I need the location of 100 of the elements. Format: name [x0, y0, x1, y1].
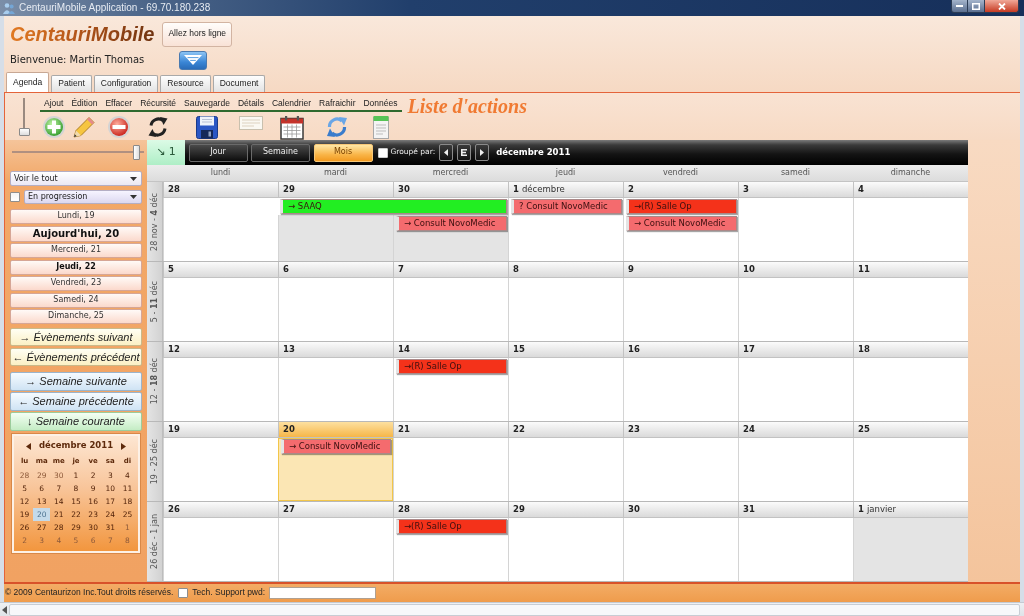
event-bar[interactable]: → SAAQ [280, 199, 507, 214]
day-cell[interactable]: →(R) Salle Op [393, 518, 508, 581]
card-icon[interactable] [238, 116, 263, 130]
pencil-icon[interactable] [72, 116, 97, 138]
tab[interactable]: Configuration [93, 75, 159, 92]
day-number: 22 [513, 424, 525, 435]
week-range-label: 19 - 25 déc [149, 438, 160, 485]
slider-thumb[interactable] [133, 145, 141, 160]
action-label[interactable]: Rafraichir [315, 98, 360, 112]
day-button[interactable]: Aujourd'hui, 20 [10, 225, 142, 242]
week-nav-button[interactable]: ← Semaine précédente [10, 392, 142, 411]
horizontal-scrollbar[interactable] [0, 602, 1024, 616]
day-button[interactable]: Jeudi, 22 [10, 259, 142, 275]
week-range-label: 12 - 18 déc [149, 358, 160, 405]
caret-down-icon [130, 176, 137, 181]
day-number: 30 [398, 184, 410, 195]
day-cell[interactable]: ? Consult NovoMedic [508, 198, 623, 261]
day-number: 2 [628, 184, 634, 195]
event-bar[interactable]: ? Consult NovoMedic [511, 199, 622, 214]
offline-button[interactable]: Allez hors ligne [162, 21, 233, 47]
caret-right-icon[interactable] [121, 442, 126, 450]
day-cell[interactable]: → Consult NovoMedic [393, 215, 508, 261]
arrow-left-icon[interactable] [2, 605, 7, 614]
view-tab[interactable]: Jour [188, 143, 248, 162]
day-number: 7 [398, 264, 404, 275]
day-cell[interactable]: →(R) Salle Op [393, 358, 508, 421]
event-bar[interactable]: →(R) Salle Op [396, 519, 507, 534]
password-field[interactable] [269, 587, 377, 599]
weekday-label: mercredi [431, 167, 470, 179]
action-label[interactable]: Édition [67, 98, 102, 112]
caret-down-icon [184, 55, 203, 65]
week-nav-button[interactable]: ↓ Semaine courante [10, 412, 142, 431]
event-bar[interactable]: → Consult NovoMedic [281, 439, 391, 454]
month-title: décembre 2011 [496, 147, 571, 158]
day-button[interactable]: Lundi, 19 [10, 209, 142, 224]
day-button[interactable]: Mercredi, 21 [10, 243, 142, 258]
dropdown-button[interactable] [179, 50, 208, 70]
view-tab[interactable]: Mois [313, 143, 373, 162]
checkbox[interactable] [10, 192, 20, 202]
day-button[interactable]: Dimanche, 25 [10, 309, 142, 324]
tab[interactable]: Resource [160, 75, 211, 92]
document-icon[interactable] [372, 116, 389, 139]
action-label[interactable]: Données [359, 98, 402, 112]
checkbox[interactable] [377, 147, 388, 158]
event-bar[interactable]: →(R) Salle Op [396, 359, 507, 374]
day-cell[interactable]: → Consult NovoMedic [278, 438, 393, 501]
support-password-label: Tech. Support pwd: [192, 588, 266, 598]
day-number: 29 [283, 184, 295, 195]
day-number: 25 [858, 424, 870, 435]
weekday-label: samedi [779, 167, 812, 179]
action-label[interactable]: Sauvegarde [180, 98, 234, 112]
next-button[interactable] [475, 144, 490, 161]
week-nav-button[interactable]: → Semaine suivante [10, 372, 142, 391]
slider-thumb[interactable] [18, 128, 30, 136]
day-cell[interactable] [853, 518, 968, 581]
event-nav-button[interactable]: ← Évènements précédent [10, 348, 142, 366]
day-number: 4 [858, 184, 864, 195]
day-button[interactable]: Vendredi, 23 [10, 276, 142, 291]
copyright-text: © 2009 Centaurizon Inc.Tout droits réservés. [5, 588, 174, 598]
plus-icon[interactable] [42, 116, 65, 138]
week-range-label: 26 déc - 1 jan [149, 514, 160, 569]
caret-left-icon[interactable] [26, 442, 31, 450]
action-label[interactable]: Ajout [40, 98, 68, 112]
previous-button[interactable] [439, 144, 454, 161]
filter-dropdown[interactable]: Voir le tout [10, 171, 142, 186]
day-number: 17 [743, 344, 755, 355]
action-label[interactable]: Récursité [136, 98, 181, 112]
tab[interactable]: Document [212, 75, 266, 92]
view-tab[interactable]: Semaine [251, 143, 310, 162]
event-nav-button[interactable]: → Évènements suivant [10, 328, 142, 346]
day-number: 10 [743, 264, 755, 275]
event-bar[interactable]: → Consult NovoMedic [396, 216, 507, 231]
minus-icon[interactable] [107, 116, 130, 138]
day-number: 31 [743, 504, 755, 515]
counter-label: ↘ 1 [147, 140, 185, 165]
close-icon [997, 2, 1006, 10]
cycle-arrows-icon[interactable] [147, 116, 170, 138]
close-button[interactable] [985, 0, 1019, 13]
action-label[interactable]: Calendrier [267, 98, 316, 112]
day-number: 30 [628, 504, 640, 515]
day-number: 28 [398, 504, 410, 515]
refresh-icon[interactable] [326, 116, 349, 138]
action-label[interactable]: Détails [233, 98, 268, 112]
maximize-button[interactable] [968, 0, 985, 13]
day-number: 14 [398, 344, 410, 355]
event-bar[interactable]: → Consult NovoMedic [626, 216, 737, 231]
tab[interactable]: Agenda [6, 72, 50, 92]
weekday-label: jeudi [554, 167, 577, 179]
day-cell[interactable] [278, 215, 393, 261]
day-number: 26 [168, 504, 180, 515]
day-cell[interactable]: →(R) Salle Op → Consult NovoMedic [623, 198, 738, 261]
status-dropdown[interactable]: En progression [24, 190, 142, 204]
action-label[interactable]: Effacer [101, 98, 137, 112]
tab[interactable]: Patient [51, 75, 92, 92]
event-bar[interactable]: →(R) Salle Op [626, 199, 737, 214]
menu-button[interactable] [457, 144, 472, 161]
minimize-button[interactable] [951, 0, 968, 13]
day-button[interactable]: Samedi, 24 [10, 292, 142, 308]
calendar-icon[interactable] [279, 116, 304, 140]
checkbox[interactable] [178, 588, 189, 598]
